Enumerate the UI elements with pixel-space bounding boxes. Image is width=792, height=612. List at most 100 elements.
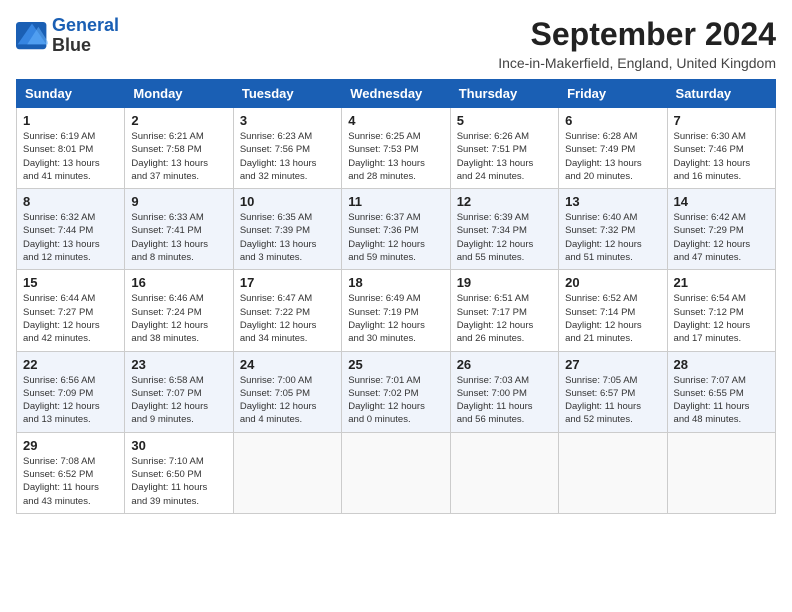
day-info: Sunrise: 6:25 AM Sunset: 7:53 PM Dayligh… [348, 130, 443, 183]
day-info: Sunrise: 6:42 AM Sunset: 7:29 PM Dayligh… [674, 211, 769, 264]
day-info: Sunrise: 6:56 AM Sunset: 7:09 PM Dayligh… [23, 374, 118, 427]
day-cell-7: 7 Sunrise: 6:30 AM Sunset: 7:46 PM Daylig… [667, 108, 775, 189]
day-cell-30: 30 Sunrise: 7:10 AM Sunset: 6:50 PM Dayli… [125, 432, 233, 513]
day-number: 11 [348, 194, 443, 209]
day-number: 15 [23, 275, 118, 290]
day-info: Sunrise: 6:32 AM Sunset: 7:44 PM Dayligh… [23, 211, 118, 264]
day-number: 10 [240, 194, 335, 209]
day-info: Sunrise: 6:19 AM Sunset: 8:01 PM Dayligh… [23, 130, 118, 183]
weekday-header-row: SundayMondayTuesdayWednesdayThursdayFrid… [17, 80, 776, 108]
day-number: 12 [457, 194, 552, 209]
logo-line1: General [52, 16, 119, 36]
day-info: Sunrise: 7:07 AM Sunset: 6:55 PM Dayligh… [674, 374, 769, 427]
day-number: 9 [131, 194, 226, 209]
day-cell-17: 17 Sunrise: 6:47 AM Sunset: 7:22 PM Dayli… [233, 270, 341, 351]
day-info: Sunrise: 6:26 AM Sunset: 7:51 PM Dayligh… [457, 130, 552, 183]
header: General Blue September 2024 Ince-in-Make… [16, 16, 776, 71]
day-info: Sunrise: 6:58 AM Sunset: 7:07 PM Dayligh… [131, 374, 226, 427]
day-cell-10: 10 Sunrise: 6:35 AM Sunset: 7:39 PM Dayli… [233, 189, 341, 270]
day-cell-22: 22 Sunrise: 6:56 AM Sunset: 7:09 PM Dayli… [17, 351, 125, 432]
day-info: Sunrise: 6:51 AM Sunset: 7:17 PM Dayligh… [457, 292, 552, 345]
day-number: 4 [348, 113, 443, 128]
day-info: Sunrise: 6:54 AM Sunset: 7:12 PM Dayligh… [674, 292, 769, 345]
empty-cell [667, 432, 775, 513]
title-block: September 2024 Ince-in-Makerfield, Engla… [498, 16, 776, 71]
calendar-subtitle: Ince-in-Makerfield, England, United King… [498, 55, 776, 71]
day-cell-23: 23 Sunrise: 6:58 AM Sunset: 7:07 PM Dayli… [125, 351, 233, 432]
day-info: Sunrise: 6:47 AM Sunset: 7:22 PM Dayligh… [240, 292, 335, 345]
day-cell-4: 4 Sunrise: 6:25 AM Sunset: 7:53 PM Daylig… [342, 108, 450, 189]
day-info: Sunrise: 6:30 AM Sunset: 7:46 PM Dayligh… [674, 130, 769, 183]
week-row-2: 8 Sunrise: 6:32 AM Sunset: 7:44 PM Daylig… [17, 189, 776, 270]
day-number: 28 [674, 357, 769, 372]
day-number: 2 [131, 113, 226, 128]
day-info: Sunrise: 7:01 AM Sunset: 7:02 PM Dayligh… [348, 374, 443, 427]
calendar-table: SundayMondayTuesdayWednesdayThursdayFrid… [16, 79, 776, 514]
weekday-header-sunday: Sunday [17, 80, 125, 108]
day-info: Sunrise: 6:37 AM Sunset: 7:36 PM Dayligh… [348, 211, 443, 264]
day-cell-26: 26Sunrise: 7:03 AM Sunset: 7:00 PM Dayli… [450, 351, 558, 432]
day-info: Sunrise: 6:33 AM Sunset: 7:41 PM Dayligh… [131, 211, 226, 264]
week-row-4: 22 Sunrise: 6:56 AM Sunset: 7:09 PM Dayli… [17, 351, 776, 432]
day-number: 27 [565, 357, 660, 372]
day-info: Sunrise: 6:28 AM Sunset: 7:49 PM Dayligh… [565, 130, 660, 183]
day-info: Sunrise: 6:23 AM Sunset: 7:56 PM Dayligh… [240, 130, 335, 183]
day-info: Sunrise: 6:52 AM Sunset: 7:14 PM Dayligh… [565, 292, 660, 345]
day-cell-20: 20Sunrise: 6:52 AM Sunset: 7:14 PM Dayli… [559, 270, 667, 351]
day-info: Sunrise: 6:35 AM Sunset: 7:39 PM Dayligh… [240, 211, 335, 264]
day-number: 22 [23, 357, 118, 372]
day-cell-19: 19 Sunrise: 6:51 AM Sunset: 7:17 PM Dayli… [450, 270, 558, 351]
day-cell-12: 12 Sunrise: 6:39 AM Sunset: 7:34 PM Dayli… [450, 189, 558, 270]
day-number: 8 [23, 194, 118, 209]
day-info: Sunrise: 6:49 AM Sunset: 7:19 PM Dayligh… [348, 292, 443, 345]
day-cell-18: 18 Sunrise: 6:49 AM Sunset: 7:19 PM Dayli… [342, 270, 450, 351]
day-number: 3 [240, 113, 335, 128]
day-cell-27: 27 Sunrise: 7:05 AM Sunset: 6:57 PM Dayli… [559, 351, 667, 432]
weekday-header-thursday: Thursday [450, 80, 558, 108]
weekday-header-monday: Monday [125, 80, 233, 108]
day-number: 14 [674, 194, 769, 209]
day-number: 1 [23, 113, 118, 128]
day-number: 13 [565, 194, 660, 209]
day-info: Sunrise: 7:05 AM Sunset: 6:57 PM Dayligh… [565, 374, 660, 427]
weekday-header-friday: Friday [559, 80, 667, 108]
calendar-title: September 2024 [498, 16, 776, 53]
day-info: Sunrise: 7:00 AM Sunset: 7:05 PM Dayligh… [240, 374, 335, 427]
empty-cell [233, 432, 341, 513]
logo-icon [16, 22, 48, 50]
day-cell-16: 16Sunrise: 6:46 AM Sunset: 7:24 PM Dayli… [125, 270, 233, 351]
empty-cell [342, 432, 450, 513]
logo: General Blue [16, 16, 119, 56]
day-number: 23 [131, 357, 226, 372]
day-cell-29: 29Sunrise: 7:08 AM Sunset: 6:52 PM Dayli… [17, 432, 125, 513]
empty-cell [450, 432, 558, 513]
day-cell-1: 1 Sunrise: 6:19 AM Sunset: 8:01 PM Daylig… [17, 108, 125, 189]
logo-line2: Blue [52, 36, 119, 56]
day-number: 18 [348, 275, 443, 290]
day-cell-25: 25Sunrise: 7:01 AM Sunset: 7:02 PM Dayli… [342, 351, 450, 432]
day-cell-21: 21 Sunrise: 6:54 AM Sunset: 7:12 PM Dayli… [667, 270, 775, 351]
day-cell-2: 2 Sunrise: 6:21 AM Sunset: 7:58 PM Daylig… [125, 108, 233, 189]
day-info: Sunrise: 6:39 AM Sunset: 7:34 PM Dayligh… [457, 211, 552, 264]
empty-cell [559, 432, 667, 513]
day-number: 19 [457, 275, 552, 290]
weekday-header-wednesday: Wednesday [342, 80, 450, 108]
week-row-3: 15 Sunrise: 6:44 AM Sunset: 7:27 PM Dayli… [17, 270, 776, 351]
day-number: 21 [674, 275, 769, 290]
day-cell-6: 6Sunrise: 6:28 AM Sunset: 7:49 PM Daylig… [559, 108, 667, 189]
day-info: Sunrise: 7:10 AM Sunset: 6:50 PM Dayligh… [131, 455, 226, 508]
day-cell-9: 9 Sunrise: 6:33 AM Sunset: 7:41 PM Daylig… [125, 189, 233, 270]
day-cell-5: 5Sunrise: 6:26 AM Sunset: 7:51 PM Daylig… [450, 108, 558, 189]
day-cell-14: 14 Sunrise: 6:42 AM Sunset: 7:29 PM Dayli… [667, 189, 775, 270]
day-number: 30 [131, 438, 226, 453]
day-number: 7 [674, 113, 769, 128]
day-number: 17 [240, 275, 335, 290]
day-cell-28: 28 Sunrise: 7:07 AM Sunset: 6:55 PM Dayli… [667, 351, 775, 432]
day-cell-3: 3 Sunrise: 6:23 AM Sunset: 7:56 PM Daylig… [233, 108, 341, 189]
day-cell-15: 15 Sunrise: 6:44 AM Sunset: 7:27 PM Dayli… [17, 270, 125, 351]
day-info: Sunrise: 6:44 AM Sunset: 7:27 PM Dayligh… [23, 292, 118, 345]
day-info: Sunrise: 6:21 AM Sunset: 7:58 PM Dayligh… [131, 130, 226, 183]
day-number: 16 [131, 275, 226, 290]
day-number: 24 [240, 357, 335, 372]
weekday-header-saturday: Saturday [667, 80, 775, 108]
